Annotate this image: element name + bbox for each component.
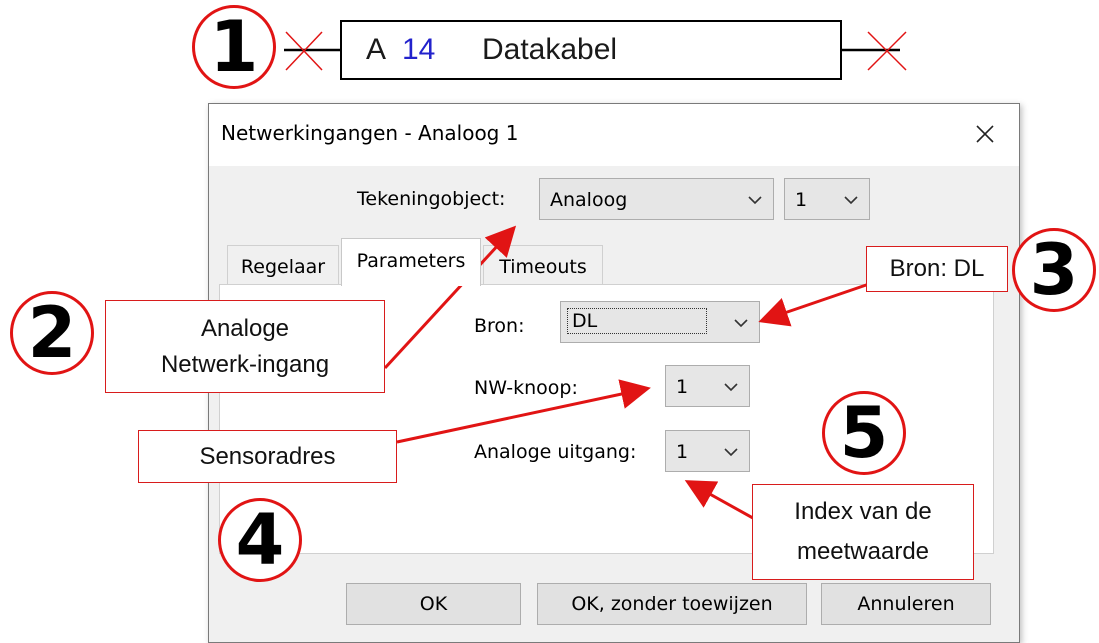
- close-icon[interactable]: [967, 116, 1003, 152]
- callout-3: 3: [1012, 228, 1096, 312]
- node-select[interactable]: 1: [665, 365, 750, 407]
- node-label: NW-knoop:: [474, 377, 578, 399]
- annotation-index-line2: meetwaarde: [796, 538, 930, 565]
- dialog-title: Netwerkingangen - Analoog 1: [221, 121, 519, 145]
- annotation-sensor-address: Sensoradres: [138, 430, 397, 483]
- chevron-down-icon: [841, 191, 861, 207]
- drawing-object-index-select[interactable]: 1: [784, 178, 870, 220]
- annotation-analog-input-line2: Netwerk-ingang: [160, 350, 330, 378]
- chevron-down-icon: [721, 443, 741, 459]
- annotation-source-dl-text: Bron: DL: [889, 255, 985, 282]
- chevron-down-icon: [745, 191, 765, 207]
- network-input-element[interactable]: A 14 Datakabel: [340, 20, 842, 80]
- tab-timeouts[interactable]: Timeouts: [483, 245, 603, 285]
- annotation-index-line1: Index van de: [794, 498, 932, 525]
- callout-1: 1: [192, 5, 276, 89]
- output-value: 1: [676, 441, 689, 463]
- callout-5-label: 5: [839, 392, 889, 474]
- drawing-object-label: Tekeningobject:: [357, 188, 506, 210]
- tab-parameters-label: Parameters: [356, 250, 466, 272]
- output-select[interactable]: 1: [665, 430, 750, 472]
- annotation-source-dl: Bron: DL: [866, 246, 1008, 292]
- cancel-button[interactable]: Annuleren: [821, 583, 991, 625]
- callout-4-label: 4: [235, 499, 285, 581]
- dialog-titlebar: Netwerkingangen - Analoog 1: [209, 104, 1019, 166]
- drawing-object-select[interactable]: Analoog: [539, 178, 774, 220]
- tab-timeouts-label: Timeouts: [499, 256, 587, 278]
- source-label: Bron:: [474, 315, 525, 337]
- annotation-index: Index van de meetwaarde: [752, 484, 974, 580]
- callout-4: 4: [218, 498, 302, 582]
- callout-2: 2: [10, 291, 94, 375]
- source-value: DL: [567, 308, 707, 334]
- chevron-down-icon: [721, 378, 741, 394]
- ok-without-assign-button[interactable]: OK, zonder toewijzen: [537, 583, 807, 625]
- callout-1-label: 1: [209, 6, 259, 88]
- element-number: 14: [402, 33, 436, 66]
- ok-without-assign-label: OK, zonder toewijzen: [571, 593, 773, 615]
- ok-button[interactable]: OK: [346, 583, 521, 625]
- drawing-object-value: Analoog: [550, 189, 628, 211]
- element-name: Datakabel: [482, 33, 618, 66]
- cancel-button-label: Annuleren: [857, 593, 955, 615]
- callout-3-label: 3: [1029, 229, 1079, 311]
- element-prefix: A: [366, 33, 387, 66]
- annotation-analog-input: Analoge Netwerk-ingang: [105, 300, 385, 393]
- chevron-down-icon: [731, 314, 751, 330]
- callout-2-label: 2: [27, 292, 77, 374]
- node-value: 1: [676, 376, 689, 398]
- source-select[interactable]: DL: [560, 301, 760, 343]
- tab-regelaar-label: Regelaar: [240, 256, 326, 278]
- tab-parameters[interactable]: Parameters: [341, 238, 481, 286]
- annotation-analog-input-line1: Analoge: [200, 314, 290, 342]
- output-label: Analoge uitgang:: [474, 441, 637, 463]
- annotation-sensor-address-text: Sensoradres: [199, 442, 336, 470]
- drawing-object-index-value: 1: [795, 189, 808, 211]
- callout-5: 5: [822, 391, 906, 475]
- ok-button-label: OK: [419, 593, 448, 615]
- tab-regelaar[interactable]: Regelaar: [227, 245, 339, 285]
